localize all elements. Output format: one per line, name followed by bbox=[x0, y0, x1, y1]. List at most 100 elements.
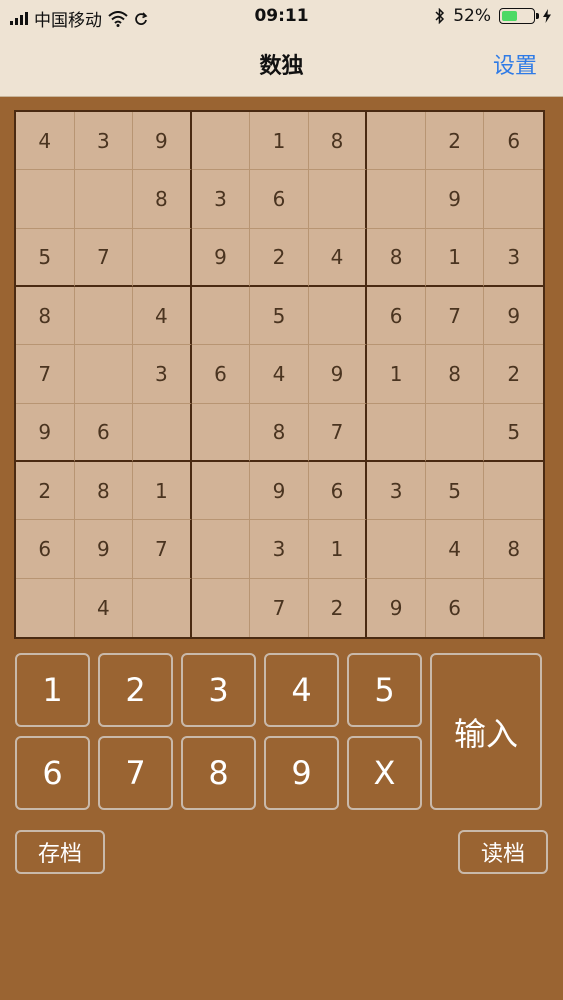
sudoku-cell[interactable]: 3 bbox=[74, 112, 134, 171]
sudoku-cell[interactable] bbox=[192, 578, 251, 637]
sudoku-cell[interactable]: 1 bbox=[133, 461, 192, 521]
sudoku-cell[interactable] bbox=[16, 578, 75, 637]
sudoku-cell[interactable] bbox=[367, 170, 426, 229]
sudoku-cell[interactable]: 4 bbox=[75, 578, 134, 637]
sudoku-cell[interactable] bbox=[308, 286, 368, 346]
sudoku-cell[interactable]: 7 bbox=[133, 520, 192, 579]
settings-button[interactable]: 设置 bbox=[493, 48, 537, 80]
sudoku-cell[interactable]: 8 bbox=[308, 112, 368, 171]
input-button[interactable]: 输入 bbox=[430, 653, 542, 810]
sudoku-cell[interactable]: 9 bbox=[133, 112, 192, 171]
sudoku-cell[interactable]: 5 bbox=[250, 286, 309, 346]
sudoku-cell[interactable]: 2 bbox=[16, 461, 75, 521]
sudoku-cell[interactable]: 4 bbox=[308, 228, 368, 287]
sudoku-cell[interactable]: 7 bbox=[16, 345, 75, 404]
sudoku-cell[interactable] bbox=[367, 520, 426, 579]
sudoku-cell[interactable]: 6 bbox=[426, 578, 485, 637]
sudoku-cell[interactable]: 6 bbox=[367, 286, 426, 346]
sudoku-cell[interactable]: 7 bbox=[74, 228, 134, 287]
save-button[interactable]: 存档 bbox=[15, 830, 105, 874]
sudoku-cell[interactable]: 6 bbox=[308, 461, 368, 521]
battery-fill bbox=[502, 11, 518, 21]
sudoku-cell[interactable] bbox=[74, 286, 134, 346]
sudoku-cell[interactable]: 3 bbox=[133, 345, 192, 404]
sudoku-cell[interactable] bbox=[191, 112, 251, 171]
sudoku-cell[interactable]: 1 bbox=[308, 520, 368, 579]
sudoku-cell[interactable]: 9 bbox=[425, 170, 485, 229]
key-3-button[interactable]: 3 bbox=[181, 653, 256, 727]
sudoku-cell[interactable]: 4 bbox=[133, 286, 192, 346]
sudoku-cell[interactable]: 9 bbox=[16, 403, 75, 462]
sudoku-cell[interactable]: 2 bbox=[250, 228, 309, 287]
sudoku-cell[interactable] bbox=[133, 228, 192, 287]
sudoku-cell[interactable] bbox=[16, 170, 75, 229]
sudoku-cell[interactable] bbox=[133, 403, 192, 462]
sudoku-cell[interactable]: 1 bbox=[367, 345, 426, 404]
sudoku-cell[interactable]: 7 bbox=[250, 578, 309, 637]
key-1-button[interactable]: 1 bbox=[15, 653, 90, 727]
battery-icon bbox=[499, 8, 539, 24]
clear-button[interactable]: X bbox=[347, 736, 422, 810]
sudoku-cell[interactable]: 5 bbox=[484, 404, 543, 462]
sudoku-cell[interactable] bbox=[425, 403, 485, 462]
sudoku-cell[interactable]: 8 bbox=[16, 286, 75, 346]
sudoku-cell[interactable]: 6 bbox=[16, 520, 75, 579]
sudoku-cell[interactable]: 4 bbox=[16, 112, 75, 171]
sudoku-cell[interactable]: 2 bbox=[425, 112, 485, 171]
sudoku-cell[interactable]: 3 bbox=[191, 170, 251, 229]
sudoku-cell[interactable]: 9 bbox=[308, 345, 368, 404]
sudoku-cell[interactable] bbox=[133, 578, 192, 637]
sudoku-cell[interactable]: 9 bbox=[74, 520, 134, 579]
sudoku-cell[interactable]: 1 bbox=[425, 228, 485, 287]
key-6-button[interactable]: 6 bbox=[15, 736, 90, 810]
sudoku-cell[interactable]: 1 bbox=[250, 112, 309, 171]
charging-icon bbox=[543, 9, 551, 23]
sudoku-cell[interactable]: 8 bbox=[367, 228, 426, 287]
sudoku-cell[interactable]: 3 bbox=[250, 520, 309, 579]
key-8-button[interactable]: 8 bbox=[181, 736, 256, 810]
sudoku-cell[interactable]: 6 bbox=[191, 345, 251, 404]
sudoku-cell[interactable]: 7 bbox=[425, 286, 485, 346]
sudoku-cell[interactable]: 7 bbox=[308, 403, 368, 462]
sudoku-cell[interactable]: 5 bbox=[425, 461, 485, 521]
sudoku-cell[interactable]: 6 bbox=[74, 403, 134, 462]
key-2-button[interactable]: 2 bbox=[98, 653, 173, 727]
bluetooth-icon bbox=[435, 8, 445, 24]
sudoku-cell[interactable]: 4 bbox=[250, 345, 309, 404]
sudoku-cell[interactable] bbox=[367, 112, 426, 171]
key-4-button[interactable]: 4 bbox=[264, 653, 339, 727]
sudoku-cell[interactable] bbox=[484, 462, 543, 521]
sudoku-cell[interactable] bbox=[484, 579, 543, 637]
load-button[interactable]: 读档 bbox=[458, 830, 548, 874]
sudoku-cell[interactable] bbox=[74, 170, 134, 229]
sudoku-cell[interactable]: 5 bbox=[16, 228, 75, 287]
key-7-button[interactable]: 7 bbox=[98, 736, 173, 810]
sudoku-cell[interactable]: 6 bbox=[484, 112, 543, 171]
sudoku-cell[interactable]: 2 bbox=[309, 578, 368, 637]
sudoku-cell[interactable] bbox=[74, 345, 134, 404]
key-5-button[interactable]: 5 bbox=[347, 653, 422, 727]
sudoku-cell[interactable] bbox=[191, 286, 251, 346]
sudoku-cell[interactable]: 9 bbox=[191, 228, 251, 287]
sudoku-cell[interactable] bbox=[367, 403, 426, 462]
sudoku-cell[interactable]: 3 bbox=[484, 229, 543, 287]
sudoku-cell[interactable]: 8 bbox=[425, 345, 485, 404]
sudoku-cell[interactable]: 4 bbox=[425, 520, 485, 579]
sudoku-cell[interactable]: 2 bbox=[484, 345, 543, 404]
key-9-button[interactable]: 9 bbox=[264, 736, 339, 810]
sudoku-cell[interactable]: 9 bbox=[367, 578, 426, 637]
sudoku-cell[interactable]: 8 bbox=[250, 403, 309, 462]
sudoku-cell[interactable] bbox=[191, 403, 251, 462]
sudoku-cell[interactable] bbox=[308, 170, 368, 229]
sudoku-cell[interactable]: 8 bbox=[74, 461, 134, 521]
sudoku-cell[interactable] bbox=[484, 170, 543, 229]
sudoku-cell[interactable] bbox=[191, 520, 251, 579]
sudoku-cell[interactable]: 8 bbox=[133, 170, 192, 229]
sudoku-cell[interactable]: 3 bbox=[367, 461, 426, 521]
sudoku-cell[interactable] bbox=[191, 461, 251, 521]
sudoku-cell[interactable]: 6 bbox=[250, 170, 309, 229]
sudoku-board: 4391826836957924813845679736491829687528… bbox=[14, 110, 545, 639]
sudoku-cell[interactable]: 8 bbox=[484, 520, 543, 579]
sudoku-cell[interactable]: 9 bbox=[484, 287, 543, 346]
sudoku-cell[interactable]: 9 bbox=[250, 461, 309, 521]
